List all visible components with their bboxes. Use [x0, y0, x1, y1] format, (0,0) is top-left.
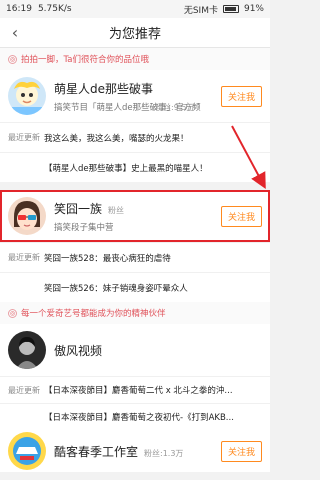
account-header[interactable]: 酷客春季工作室 粉丝:1.3万 关注我 [0, 430, 270, 472]
account-fans: 粉丝 [108, 205, 125, 215]
nav-bar: ‹ 为您推荐 [0, 18, 270, 48]
update-label: 最近更新 [8, 385, 40, 395]
status-carrier: 无SIM卡 [183, 5, 218, 16]
status-bar: 16:19 5.75K/s 无SIM卡 91% [0, 0, 270, 18]
list-item[interactable]: 最近更新 我这么美，我这么美，嘴瑟的火龙果！ [0, 122, 270, 152]
account-card: 酷客春季工作室 粉丝:1.3万 关注我 [0, 430, 270, 472]
account-fans: 粉丝:9.5万 [155, 103, 195, 112]
account-name: 酷客春季工作室 [54, 444, 139, 459]
update-label: 最近更新 [8, 253, 40, 262]
update-title: 【日本深夜節目】麝香葡萄之夜初代-《打到AKB... [44, 413, 234, 423]
list-item[interactable]: 最近更新 【日本深夜節目】麝香葡萄二代 x 北斗之拳的沖... [0, 376, 270, 403]
avatar[interactable] [8, 197, 46, 235]
status-time: 16:19 [6, 4, 32, 14]
back-icon[interactable]: ‹ [0, 23, 30, 42]
info-icon: ◎ [8, 308, 17, 318]
account-name: 傲风视频 [54, 343, 103, 358]
account-header[interactable]: 笑囧一族 粉丝 搞笑段子集中营 关注我 [0, 190, 270, 242]
account-header[interactable]: 傲风视频 [0, 324, 270, 376]
update-title: 笑囧一族526：妹子销魂身姿吓晕众人 [44, 283, 188, 294]
avatar[interactable] [8, 432, 46, 470]
account-name: 萌星人de那些破事 [54, 81, 154, 96]
update-title: 【萌星人de那些破事】史上最黑的喵星人！ [44, 163, 208, 174]
section-hint: ◎ 拍拍一脚，Ta们很符合你的品位哦 [0, 48, 270, 70]
info-icon: ◎ [8, 54, 17, 64]
section-hint-text: 每一个爱奇艺号都能成为你的精神伙伴 [21, 309, 166, 319]
update-label: 最近更新 [8, 133, 40, 142]
status-speed: 5.75K/s [37, 4, 72, 14]
section-hint: ◎ 每一个爱奇艺号都能成为你的精神伙伴 [0, 302, 270, 324]
battery-icon [222, 5, 239, 13]
status-battery: 91% [243, 4, 264, 14]
follow-button[interactable]: 关注我 [220, 85, 262, 107]
account-card: 傲风视频 最近更新 【日本深夜節目】麝香葡萄二代 x 北斗之拳的沖... 【日本… [0, 324, 270, 430]
account-header[interactable]: 萌星人de那些破事 搞笑节目「萌星人de那些破事」官方频 粉丝:9.5万 关注我 [0, 70, 270, 122]
account-name: 笑囧一族 [54, 201, 103, 216]
page-title: 为您推荐 [108, 27, 161, 42]
account-fans: 粉丝:1.3万 [144, 448, 184, 458]
list-item[interactable]: 笑囧一族526：妹子销魂身姿吓晕众人 [0, 272, 270, 302]
update-title: 我这么美，我这么美，嘴瑟的火龙果！ [44, 133, 189, 144]
section-hint-text: 拍拍一脚，Ta们很符合你的品位哦 [21, 55, 149, 65]
follow-button[interactable]: 关注我 [220, 205, 262, 227]
list-item[interactable]: 最近更新 笑囧一族528：最丧心病狂的虐待 [0, 242, 270, 272]
list-item[interactable]: 【日本深夜節目】麝香葡萄之夜初代-《打到AKB... [0, 403, 270, 430]
list-item[interactable]: 【萌星人de那些破事】史上最黑的喵星人！ [0, 152, 270, 182]
follow-button[interactable]: 关注我 [220, 440, 262, 462]
update-title: 笑囧一族528：最丧心病狂的虐待 [44, 253, 171, 264]
account-card: 萌星人de那些破事 搞笑节目「萌星人de那些破事」官方频 粉丝:9.5万 关注我… [0, 70, 270, 182]
divider [0, 182, 270, 190]
account-card: 笑囧一族 粉丝 搞笑段子集中营 关注我 最近更新 笑囧一族528：最丧心病狂的虐… [0, 190, 270, 302]
avatar[interactable] [8, 331, 46, 369]
account-desc: 搞笑段子集中营 [54, 222, 114, 233]
avatar[interactable] [8, 77, 46, 115]
update-title: 【日本深夜節目】麝香葡萄二代 x 北斗之拳的沖... [44, 386, 233, 396]
